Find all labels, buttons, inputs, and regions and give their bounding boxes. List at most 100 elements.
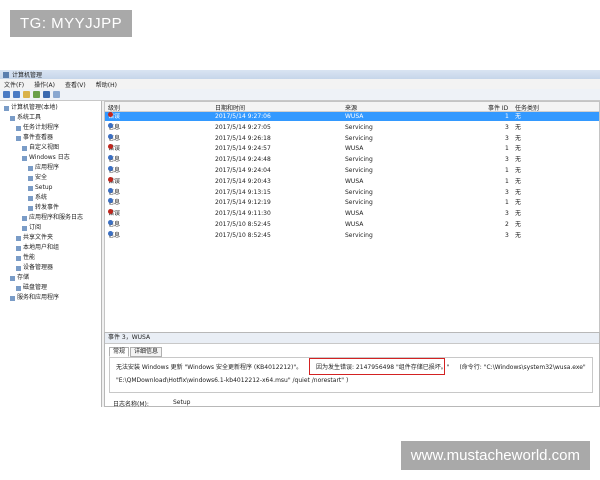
tree-item-label: 设备管理器: [23, 264, 54, 271]
column-task-category[interactable]: 任务类别: [515, 103, 539, 112]
tree-item[interactable]: 安全: [28, 174, 47, 182]
folder-icon[interactable]: [23, 91, 30, 98]
cell-category: 无: [515, 199, 522, 207]
tree-item[interactable]: 计算机管理(本地): [4, 104, 58, 112]
tree-item-label: 订阅: [29, 224, 42, 231]
property-value: Setup: [173, 399, 191, 406]
tree-item[interactable]: 存储: [10, 274, 29, 282]
tree-item[interactable]: 设备管理器: [16, 264, 53, 272]
event-row[interactable]: 错误 2017/5/14 9:20:43 WUSA 1 无: [105, 176, 599, 186]
tree-item[interactable]: 订阅: [22, 224, 41, 232]
tree-item-label: 性能: [23, 254, 36, 261]
properties-icon[interactable]: [33, 91, 40, 98]
menu-view[interactable]: 查看(V): [65, 80, 86, 89]
event-detail-pane: 事件 3，WUSA 常规 详细信息 无法安装 Windows 更新 "Windo…: [104, 332, 600, 407]
tree-node-icon: [16, 125, 21, 131]
column-event-id[interactable]: 事件 ID: [488, 103, 508, 112]
tree-item[interactable]: 自定义视图: [22, 144, 59, 152]
error-highlight-box: [309, 358, 445, 375]
view-icon[interactable]: [53, 91, 60, 98]
tree-item[interactable]: 系统工具: [10, 114, 41, 122]
tree-item[interactable]: 应用程序和服务日志: [22, 214, 83, 222]
event-row[interactable]: 信息 2017/5/14 9:27:05 Servicing 3 无: [105, 122, 599, 132]
tree-item[interactable]: 应用程序: [28, 164, 59, 172]
cell-level: 错误: [108, 144, 120, 153]
tree-item[interactable]: 磁盘管理: [16, 284, 47, 292]
tree-item-label: 磁盘管理: [23, 284, 48, 291]
tree-node-icon: [28, 195, 33, 201]
event-row[interactable]: 信息 2017/5/14 9:24:04 Servicing 1 无: [105, 166, 599, 175]
event-row[interactable]: 信息 2017/5/10 8:52:45 WUSA 2 无: [105, 220, 599, 229]
title-bar: 计算机管理: [0, 70, 600, 79]
cell-category: 无: [515, 221, 522, 228]
column-source[interactable]: 来源: [345, 103, 357, 112]
toolbar: [0, 89, 600, 101]
cell-datetime: 2017/5/14 9:11:30: [215, 210, 271, 218]
cell-category: 无: [515, 177, 522, 185]
cell-id: 3: [505, 210, 509, 218]
forward-icon[interactable]: [13, 91, 20, 98]
window-title: 计算机管理: [12, 72, 43, 79]
cell-category: 无: [515, 113, 522, 120]
event-row[interactable]: 信息 2017/5/14 9:26:18 Servicing 3 无: [105, 133, 599, 143]
tree-item-label: 事件查看器: [23, 134, 54, 141]
cell-id: 1: [505, 145, 509, 153]
tree-item[interactable]: 性能: [16, 254, 35, 262]
tree-node-icon: [10, 295, 15, 301]
tab-details[interactable]: 详细信息: [130, 347, 163, 357]
message-part-1: 无法安装 Windows 更新 "Windows 安全更新程序 (KB40122…: [116, 364, 303, 371]
tree-item[interactable]: 本地用户和组: [16, 244, 59, 252]
content-pane: 级别 日期和时间 来源 事件 ID 任务类别 错误 2017/5/14 9:27:…: [104, 101, 600, 407]
tree-item[interactable]: 服务和应用程序: [10, 294, 59, 302]
watermark-top: TG: MYYJJPP: [10, 10, 133, 37]
info-icon: [108, 230, 113, 236]
menu-action[interactable]: 操作(A): [34, 80, 55, 89]
info-icon: [108, 220, 113, 225]
tab-general[interactable]: 常规: [109, 347, 130, 357]
cell-source: Servicing: [345, 123, 373, 131]
cell-level: 信息: [108, 230, 120, 240]
cell-level: 错误: [108, 112, 120, 121]
event-row[interactable]: 信息 2017/5/14 9:13:15 Servicing 3 无: [105, 187, 599, 197]
tree-item-label: 任务计划程序: [23, 124, 60, 131]
cell-datetime: 2017/5/10 8:52:45: [215, 231, 271, 239]
event-row[interactable]: 错误 2017/5/14 9:11:30 WUSA 3 无: [105, 209, 599, 218]
cell-level: 信息: [108, 122, 120, 132]
cell-datetime: 2017/5/14 9:27:06: [215, 113, 271, 120]
tree-item[interactable]: 共享文件夹: [16, 234, 53, 242]
tree-item-label: 服务和应用程序: [17, 294, 60, 301]
cell-id: 3: [505, 231, 509, 239]
help-icon[interactable]: [43, 91, 50, 98]
tree-item[interactable]: 任务计划程序: [16, 124, 59, 132]
cell-datetime: 2017/5/14 9:24:57: [215, 145, 271, 153]
menu-help[interactable]: 帮助(H): [96, 80, 117, 89]
tree-item[interactable]: Setup: [28, 184, 52, 192]
detail-header: 事件 3，WUSA: [105, 333, 599, 344]
cell-datetime: 2017/5/14 9:24:04: [215, 167, 271, 174]
event-row[interactable]: 信息 2017/5/14 9:24:48 Servicing 3 无: [105, 155, 599, 164]
column-level[interactable]: 级别: [108, 103, 120, 112]
cell-id: 3: [505, 134, 509, 142]
tree-item[interactable]: 系统: [28, 194, 47, 202]
menu-file[interactable]: 文件(F): [4, 80, 24, 89]
event-row[interactable]: 错误 2017/5/14 9:24:57 WUSA 1 无: [105, 144, 599, 153]
cell-id: 1: [505, 113, 509, 120]
tree-node-icon: [22, 155, 27, 161]
event-row[interactable]: 错误 2017/5/14 9:27:06 WUSA 1 无: [105, 112, 599, 121]
tree-item[interactable]: Windows 日志: [22, 154, 70, 162]
cell-id: 1: [505, 167, 509, 174]
cell-category: 无: [515, 231, 522, 239]
event-row[interactable]: 信息 2017/5/14 9:12:19 Servicing 1 无: [105, 198, 599, 207]
tree-node-icon: [28, 165, 33, 171]
event-row[interactable]: 信息 2017/5/10 8:52:45 Servicing 3 无: [105, 230, 599, 240]
tree-item[interactable]: 转发事件: [28, 204, 59, 212]
cell-category: 无: [515, 134, 522, 142]
tree-item[interactable]: 事件查看器: [16, 134, 53, 142]
tree-item-label: 共享文件夹: [23, 234, 54, 241]
info-icon: [108, 187, 113, 193]
back-icon[interactable]: [3, 91, 10, 98]
cell-source: WUSA: [345, 221, 364, 228]
column-datetime[interactable]: 日期和时间: [215, 103, 245, 112]
computer-management-window: 计算机管理 文件(F) 操作(A) 查看(V) 帮助(H) 计算机管理(本地) 系…: [0, 70, 600, 407]
tree-node-icon: [22, 145, 27, 151]
